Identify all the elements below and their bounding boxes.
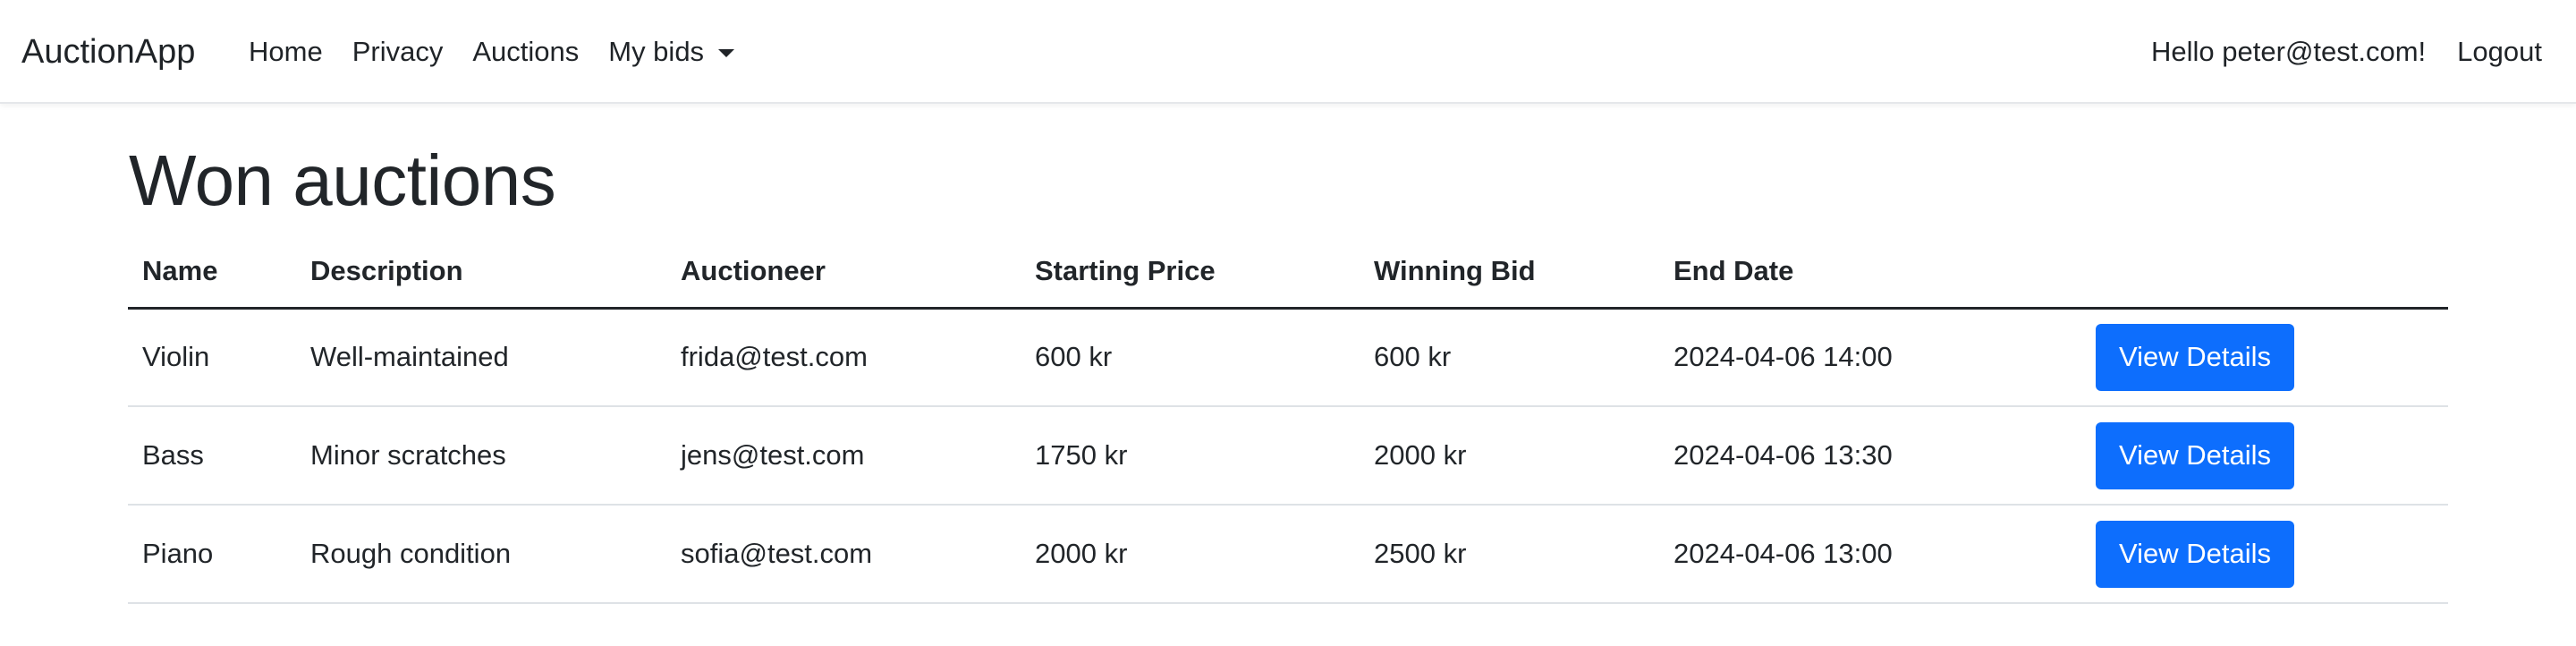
table-row: Piano Rough condition sofia@test.com 200… (128, 505, 2448, 604)
cell-description: Minor scratches (296, 406, 666, 506)
cell-end-date: 2024-04-06 14:00 (1659, 308, 2081, 407)
cell-actions: View Details (2081, 505, 2448, 604)
cell-winning-bid: 2000 kr (1360, 406, 1659, 506)
cell-auctioneer: sofia@test.com (666, 505, 1021, 604)
won-auctions-table: Name Description Auctioneer Starting Pri… (128, 236, 2448, 604)
nav-menu: Home Privacy Auctions My bids (249, 32, 735, 72)
logout-link[interactable]: Logout (2457, 32, 2542, 72)
cell-winning-bid: 2500 kr (1360, 505, 1659, 604)
cell-winning-bid: 600 kr (1360, 308, 1659, 407)
nav-link-home[interactable]: Home (249, 32, 323, 72)
column-header-winning-bid: Winning Bid (1360, 236, 1659, 310)
cell-name: Violin (128, 308, 296, 407)
column-header-description: Description (296, 236, 666, 310)
column-header-auctioneer: Auctioneer (666, 236, 1021, 310)
cell-actions: View Details (2081, 406, 2448, 506)
cell-auctioneer: jens@test.com (666, 406, 1021, 506)
column-header-actions (2081, 236, 2448, 310)
table-row: Violin Well-maintained frida@test.com 60… (128, 308, 2448, 407)
cell-starting-price: 2000 kr (1021, 505, 1360, 604)
cell-auctioneer: frida@test.com (666, 308, 1021, 407)
top-navbar: AuctionApp Home Privacy Auctions My bids… (0, 0, 2576, 104)
column-header-starting-price: Starting Price (1021, 236, 1360, 310)
page-title: Won auctions (129, 140, 556, 220)
user-greeting: Hello peter@test.com! (2151, 36, 2427, 67)
table-header-row: Name Description Auctioneer Starting Pri… (128, 236, 2448, 310)
caret-down-icon (718, 48, 735, 57)
my-bids-dropdown-label: My bids (608, 36, 705, 67)
table-row: Bass Minor scratches jens@test.com 1750 … (128, 406, 2448, 506)
view-details-button[interactable]: View Details (2096, 520, 2295, 588)
view-details-button[interactable]: View Details (2096, 421, 2295, 489)
cell-end-date: 2024-04-06 13:30 (1659, 406, 2081, 506)
brand-link[interactable]: AuctionApp (21, 30, 195, 73)
column-header-end-date: End Date (1659, 236, 2081, 310)
table-body: Violin Well-maintained frida@test.com 60… (128, 308, 2448, 604)
table-header: Name Description Auctioneer Starting Pri… (128, 236, 2448, 310)
cell-name: Bass (128, 406, 296, 506)
cell-starting-price: 1750 kr (1021, 406, 1360, 506)
cell-actions: View Details (2081, 308, 2448, 407)
nav-link-auctions[interactable]: Auctions (472, 32, 579, 72)
column-header-name: Name (128, 236, 296, 310)
cell-starting-price: 600 kr (1021, 308, 1360, 407)
cell-description: Well-maintained (296, 308, 666, 407)
user-nav: Hello peter@test.com! Logout (2151, 32, 2542, 72)
cell-name: Piano (128, 505, 296, 604)
cell-end-date: 2024-04-06 13:00 (1659, 505, 2081, 604)
cell-description: Rough condition (296, 505, 666, 604)
view-details-button[interactable]: View Details (2096, 323, 2295, 391)
my-bids-dropdown[interactable]: My bids (608, 32, 735, 72)
nav-link-privacy[interactable]: Privacy (352, 32, 444, 72)
